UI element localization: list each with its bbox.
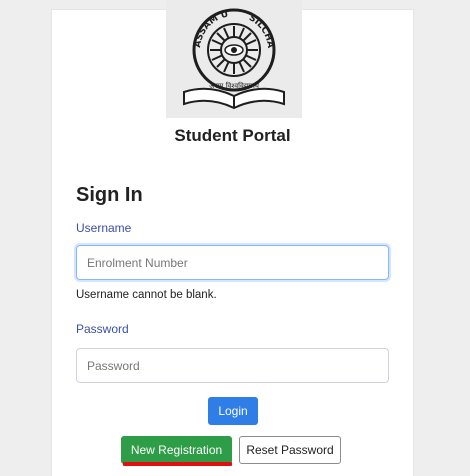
svg-text:असम विश्वविद्यालय: असम विश्वविद्यालय xyxy=(209,81,260,90)
username-label: Username xyxy=(76,221,132,235)
username-error-message: Username cannot be blank. xyxy=(76,289,217,301)
reset-password-button[interactable]: Reset Password xyxy=(239,436,341,464)
password-input[interactable] xyxy=(76,348,389,383)
university-logo: ASSAM U SILCHAR असम विश्वविद्यालय xyxy=(166,0,302,118)
username-input[interactable] xyxy=(76,245,389,280)
annotation-underline xyxy=(123,462,232,466)
portal-title: Student Portal xyxy=(174,126,291,145)
password-label: Password xyxy=(76,322,129,336)
sign-in-heading: Sign In xyxy=(76,184,143,206)
login-button[interactable]: Login xyxy=(208,397,258,425)
university-emblem-icon: ASSAM U SILCHAR असम विश्वविद्यालय xyxy=(166,0,285,110)
new-registration-button[interactable]: New Registration xyxy=(121,436,232,464)
